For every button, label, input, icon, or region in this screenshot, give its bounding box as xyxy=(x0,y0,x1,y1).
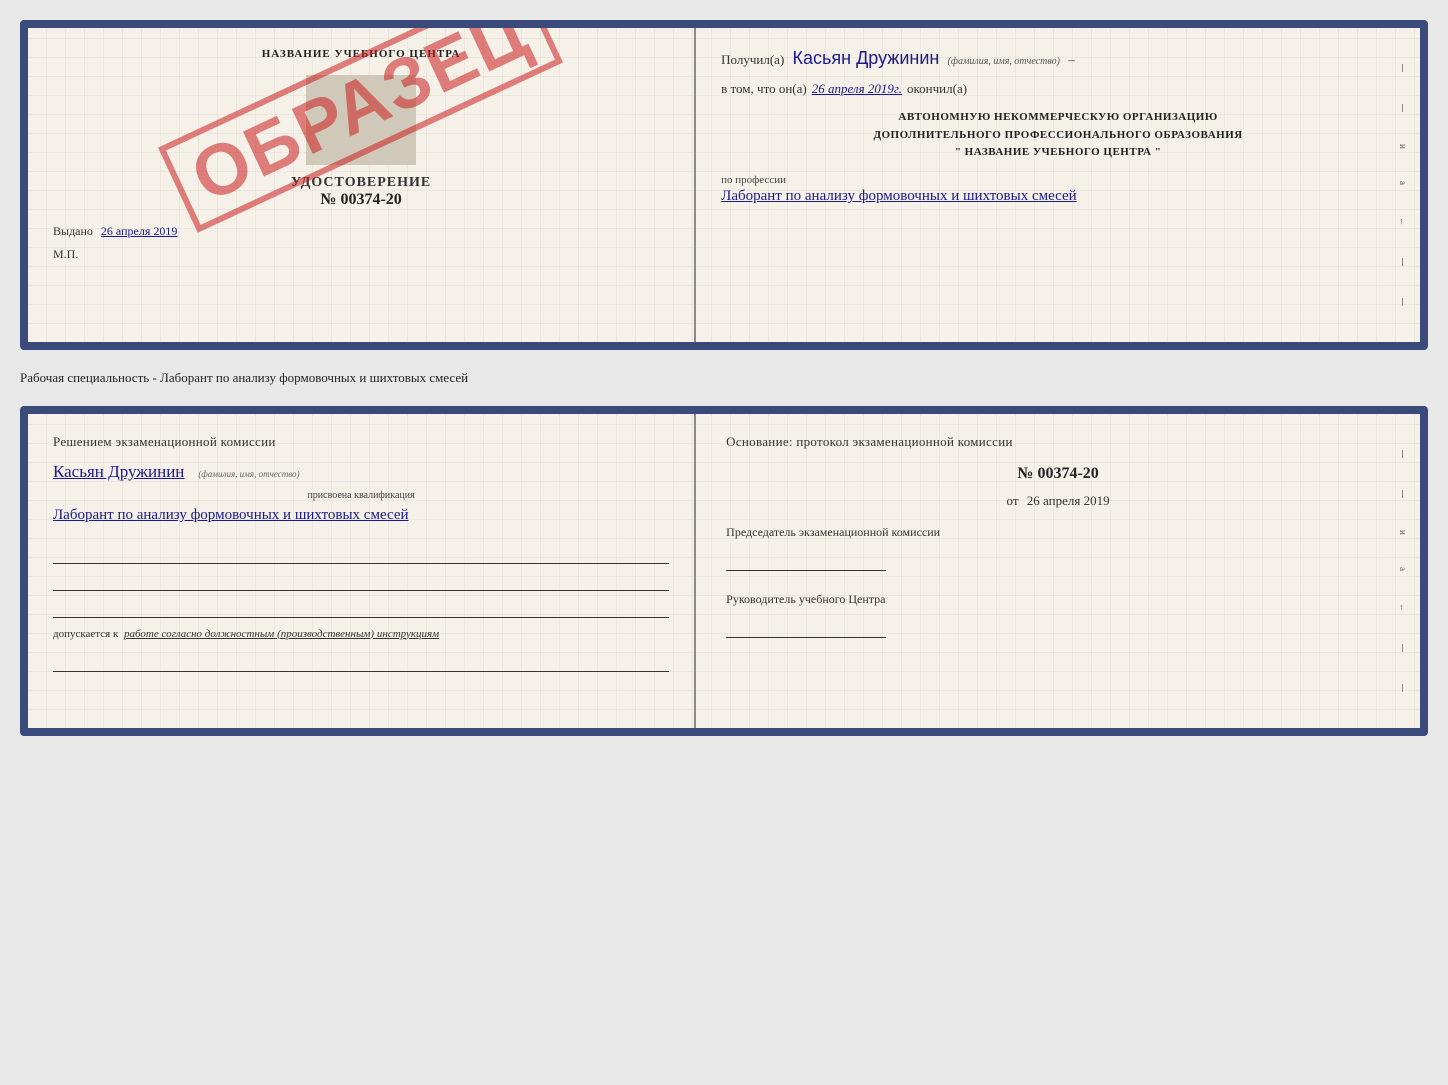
bottom-certificate-card: Решением экзаменационной комиссии Касьян… xyxy=(20,406,1428,736)
bottom-recipient-name: Касьян Дружинин xyxy=(53,462,184,481)
vydano-prefix: Выдано xyxy=(53,224,93,238)
dash-4 xyxy=(1402,298,1403,306)
dopuskaetsya-block: допускается к работе согласно должностны… xyxy=(53,628,669,640)
org-line1: АВТОНОМНУЮ НЕКОММЕРЧЕСКУЮ ОРГАНИЗАЦИЮ xyxy=(721,109,1395,127)
predsedatel-sign-line xyxy=(726,546,886,571)
okochil-suffix: окончил(а) xyxy=(907,81,967,97)
b-dash-1 xyxy=(1402,450,1403,458)
osnovaniye-title: Основание: протокол экзаменационной коми… xyxy=(726,434,1390,450)
vtom-prefix: в том, что он(а) xyxy=(721,81,807,97)
edge-label-a: а xyxy=(1398,181,1408,185)
rukovoditel-title: Руководитель учебного Центра xyxy=(726,591,1390,608)
bottom-right-edge-decoration: и а ← xyxy=(1398,434,1408,708)
protocol-num: № 00374-20 xyxy=(726,465,1390,483)
b-dash-4 xyxy=(1402,684,1403,692)
separator-text: Рабочая специальность - Лаборант по анал… xyxy=(20,362,1428,394)
profess-value: Лаборант по анализу формовочных и шихтов… xyxy=(721,186,1395,207)
b-edge-label-i: и xyxy=(1398,530,1408,535)
b-dash-3 xyxy=(1402,644,1403,652)
bottom-name-subtitle: (фамилия, имя, отчество) xyxy=(198,469,299,479)
recipient-name: Касьян Дружинин xyxy=(793,48,940,68)
cert-photo-area xyxy=(306,75,416,165)
predsedatel-block: Председатель экзаменационной комиссии xyxy=(726,524,1390,571)
name-block-bottom: Касьян Дружинин (фамилия, имя, отчество) xyxy=(53,462,669,482)
udostoverenie-block: УДОСТОВЕРЕНИЕ № 00374-20 xyxy=(53,175,669,209)
dash-1 xyxy=(1402,64,1403,72)
predsedatel-title: Председатель экзаменационной комиссии xyxy=(726,524,1390,541)
poluchil-prefix: Получил(а) xyxy=(721,52,784,67)
vydano-date: 26 апреля 2019 xyxy=(101,224,177,238)
name-subtitle-top: (фамилия, имя, отчество) xyxy=(948,56,1060,67)
ot-line: от 26 апреля 2019 xyxy=(726,493,1390,509)
signature-lines xyxy=(53,542,669,618)
sig-line-bottom xyxy=(53,650,669,672)
kvalif-value: Лаборант по анализу формовочных и шихтов… xyxy=(53,504,669,527)
udostoverenie-num: № 00374-20 xyxy=(53,191,669,209)
dash-3 xyxy=(1402,258,1403,266)
udostoverenie-title: УДОСТОВЕРЕНИЕ xyxy=(53,175,669,191)
edge-label-arrow: ← xyxy=(1398,217,1408,226)
ot-date: 26 апреля 2019 xyxy=(1027,493,1110,508)
top-cert-right: Получил(а) Касьян Дружинин (фамилия, имя… xyxy=(696,28,1420,342)
top-certificate-card: НАЗВАНИЕ УЧЕБНОГО ЦЕНТРА УДОСТОВЕРЕНИЕ №… xyxy=(20,20,1428,350)
rukovoditel-block: Руководитель учебного Центра xyxy=(726,591,1390,638)
page-wrapper: НАЗВАНИЕ УЧЕБНОГО ЦЕНТРА УДОСТОВЕРЕНИЕ №… xyxy=(20,20,1428,736)
dash-2 xyxy=(1402,104,1403,112)
org-line2: ДОПОЛНИТЕЛЬНОГО ПРОФЕССИОНАЛЬНОГО ОБРАЗО… xyxy=(721,127,1395,145)
poluchil-line: Получил(а) Касьян Дружинин (фамилия, имя… xyxy=(721,48,1395,69)
ot-prefix: от xyxy=(1007,493,1019,508)
mp-line: М.П. xyxy=(53,247,669,262)
cert-school-title: НАЗВАНИЕ УЧЕБНОГО ЦЕНТРА xyxy=(53,48,669,60)
sig-line-2 xyxy=(53,569,669,591)
profess-block: по профессии Лаборант по анализу формово… xyxy=(721,174,1395,207)
edge-label-i: и xyxy=(1398,144,1408,149)
b-edge-label-arrow: ← xyxy=(1398,603,1408,612)
dopusk-prefix: допускается к xyxy=(53,628,118,640)
profess-label: по профессии xyxy=(721,174,1395,186)
b-dash-2 xyxy=(1402,490,1403,498)
org-block: АВТОНОМНУЮ НЕКОММЕРЧЕСКУЮ ОРГАНИЗАЦИЮ ДО… xyxy=(721,109,1395,162)
vydano-line: Выдано 26 апреля 2019 xyxy=(53,224,669,239)
bottom-cert-right: Основание: протокол экзаменационной коми… xyxy=(696,414,1420,728)
org-line3: " НАЗВАНИЕ УЧЕБНОГО ЦЕНТРА " xyxy=(721,144,1395,162)
vtom-date: 26 апреля 2019г. xyxy=(812,81,902,97)
vtom-line: в том, что он(а) 26 апреля 2019г. окончи… xyxy=(721,81,1395,97)
resheniy-title: Решением экзаменационной комиссии xyxy=(53,434,669,450)
sig-line-1 xyxy=(53,542,669,564)
dopusk-text: работе согласно должностным (производств… xyxy=(124,628,439,640)
sig-line-3 xyxy=(53,596,669,618)
right-edge-decoration: и а ← xyxy=(1398,48,1408,322)
rukovoditel-sign-line xyxy=(726,613,886,638)
b-edge-label-a: а xyxy=(1398,567,1408,571)
top-cert-left: НАЗВАНИЕ УЧЕБНОГО ЦЕНТРА УДОСТОВЕРЕНИЕ №… xyxy=(28,28,696,342)
bottom-cert-left: Решением экзаменационной комиссии Касьян… xyxy=(28,414,696,728)
prisvoena-label: присвоена квалификация xyxy=(53,490,669,501)
